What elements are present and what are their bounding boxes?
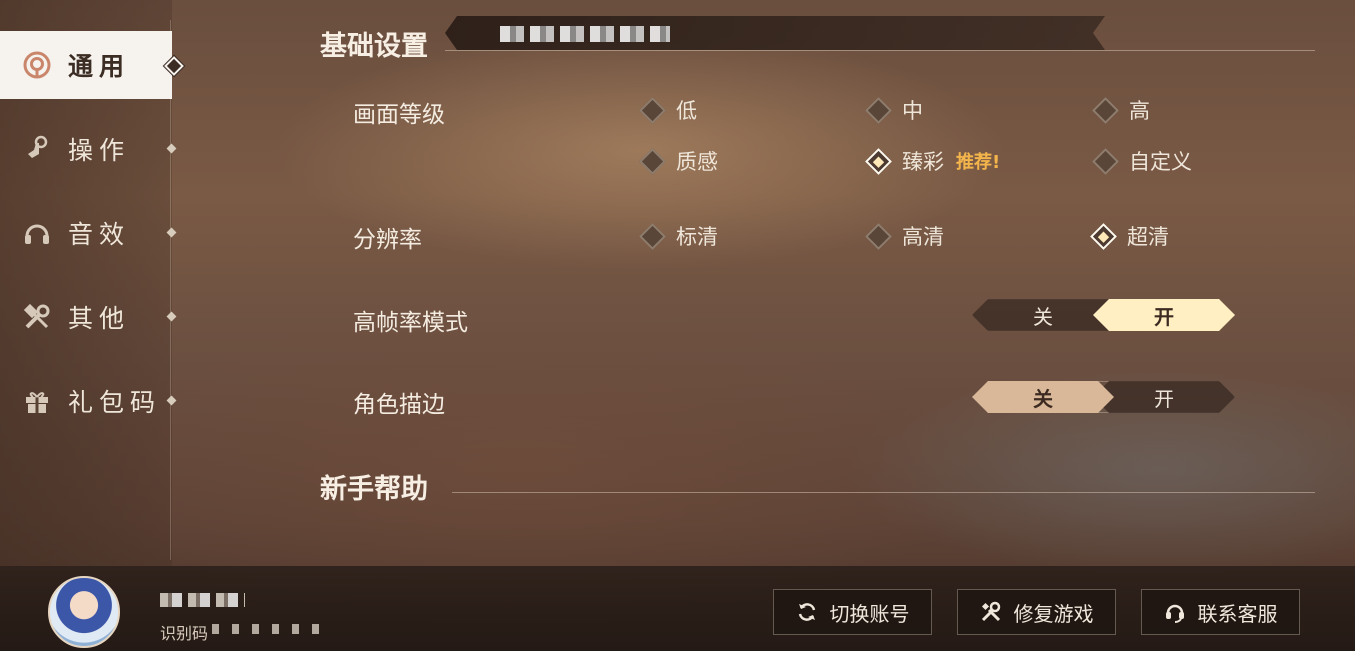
sidebar-item-other[interactable]: 其他 (0, 283, 177, 351)
repair-game-button[interactable]: 修复游戏 (957, 589, 1116, 635)
outline-on-button[interactable]: 开 (1093, 381, 1235, 413)
diamond-marker-icon (166, 311, 177, 322)
radio-diamond-selected-icon (1090, 222, 1117, 250)
graphics-option-ultra[interactable]: 臻彩 推荐! (865, 146, 1001, 176)
graphics-label: 画面等级 (353, 102, 445, 128)
tools-icon (20, 300, 54, 334)
diamond-marker-icon (166, 227, 177, 238)
redacted-text (500, 26, 670, 42)
resolution-option-sd[interactable]: 标清 (639, 221, 718, 251)
redacted-player-name (160, 593, 245, 607)
section-title-basic: 基础设置 (320, 31, 428, 62)
radio-diamond-icon (639, 96, 666, 124)
radio-diamond-selected-icon (865, 147, 892, 175)
radio-diamond-icon (865, 96, 892, 124)
section-title-help: 新手帮助 (320, 474, 428, 505)
outline-label: 角色描边 (353, 392, 445, 418)
sidebar-item-label: 音效 (68, 220, 131, 249)
redacted-uid (212, 624, 332, 634)
divider (445, 50, 1315, 51)
contact-support-button[interactable]: 联系客服 (1141, 589, 1300, 635)
resolution-option-uhd[interactable]: 超清 (1090, 221, 1169, 251)
sidebar-item-giftcode[interactable]: 礼包码 (0, 367, 177, 435)
sidebar-item-label: 操作 (68, 136, 131, 165)
high-fps-toggle[interactable]: 关 开 (972, 299, 1235, 331)
sidebar-item-sound[interactable]: 音效 (0, 199, 177, 267)
radio-diamond-icon (639, 222, 666, 250)
touch-icon (20, 132, 54, 166)
general-icon (20, 48, 54, 82)
sidebar-item-label: 其他 (68, 304, 131, 333)
active-indicator-icon (164, 56, 184, 76)
sidebar-item-label: 礼包码 (68, 388, 162, 417)
tools-icon (980, 601, 1002, 623)
graphics-option-custom[interactable]: 自定义 (1092, 146, 1192, 176)
sidebar-item-general[interactable]: 通用 (0, 31, 184, 99)
sidebar-item-controls[interactable]: 操作 (0, 115, 177, 183)
radio-diamond-icon (865, 222, 892, 250)
radio-diamond-icon (1092, 147, 1119, 175)
resolution-label: 分辨率 (353, 227, 422, 253)
outline-off-button[interactable]: 关 (972, 381, 1114, 413)
headset-icon (1164, 601, 1186, 623)
switch-account-button[interactable]: 切换账号 (773, 589, 932, 635)
divider (452, 492, 1315, 493)
uid-label: 识别码 (160, 624, 209, 643)
headphone-icon (20, 216, 54, 250)
radio-diamond-icon (1092, 96, 1119, 124)
gift-icon (20, 384, 54, 418)
refresh-icon (796, 601, 818, 623)
graphics-option-high[interactable]: 高 (1092, 95, 1150, 125)
graphics-option-medium[interactable]: 中 (865, 95, 923, 125)
radio-diamond-icon (639, 147, 666, 175)
graphics-option-low[interactable]: 低 (639, 95, 697, 125)
resolution-option-hd[interactable]: 高清 (865, 221, 944, 251)
high-fps-off-button[interactable]: 关 (972, 299, 1114, 331)
high-fps-label: 高帧率模式 (353, 310, 468, 336)
high-fps-on-button[interactable]: 开 (1093, 299, 1235, 331)
recommend-badge: 推荐! (956, 152, 1001, 173)
sidebar-item-label: 通用 (68, 52, 131, 81)
diamond-marker-icon (166, 395, 177, 406)
graphics-option-texture[interactable]: 质感 (639, 146, 718, 176)
outline-toggle[interactable]: 开 关 (972, 381, 1235, 413)
diamond-marker-icon (166, 143, 177, 154)
avatar[interactable] (48, 576, 120, 648)
